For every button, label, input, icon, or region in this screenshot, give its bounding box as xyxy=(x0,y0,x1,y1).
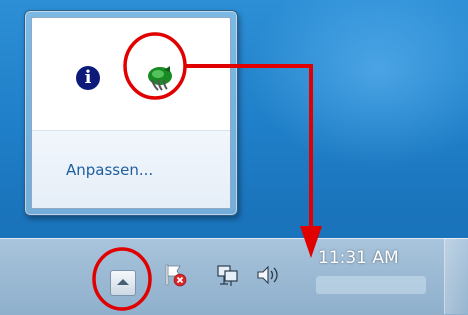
show-desktop-button[interactable] xyxy=(444,238,468,314)
volume-icon[interactable] xyxy=(254,262,280,288)
info-icon[interactable]: i xyxy=(76,66,100,90)
show-hidden-icons-button[interactable] xyxy=(110,270,136,296)
app-icon[interactable] xyxy=(142,62,178,94)
notification-area-overflow-flyout: i Anpassen... xyxy=(24,10,238,216)
chevron-up-icon xyxy=(117,279,129,285)
network-icon[interactable] xyxy=(214,262,240,288)
hidden-icons-area: i xyxy=(32,18,230,130)
customize-link[interactable]: Anpassen... xyxy=(66,161,153,179)
clock-date-obscured xyxy=(316,276,426,294)
customize-area: Anpassen... xyxy=(32,130,230,208)
action-center-flag-icon[interactable] xyxy=(162,262,188,288)
clock-time[interactable]: 11:31 AM xyxy=(318,248,399,268)
